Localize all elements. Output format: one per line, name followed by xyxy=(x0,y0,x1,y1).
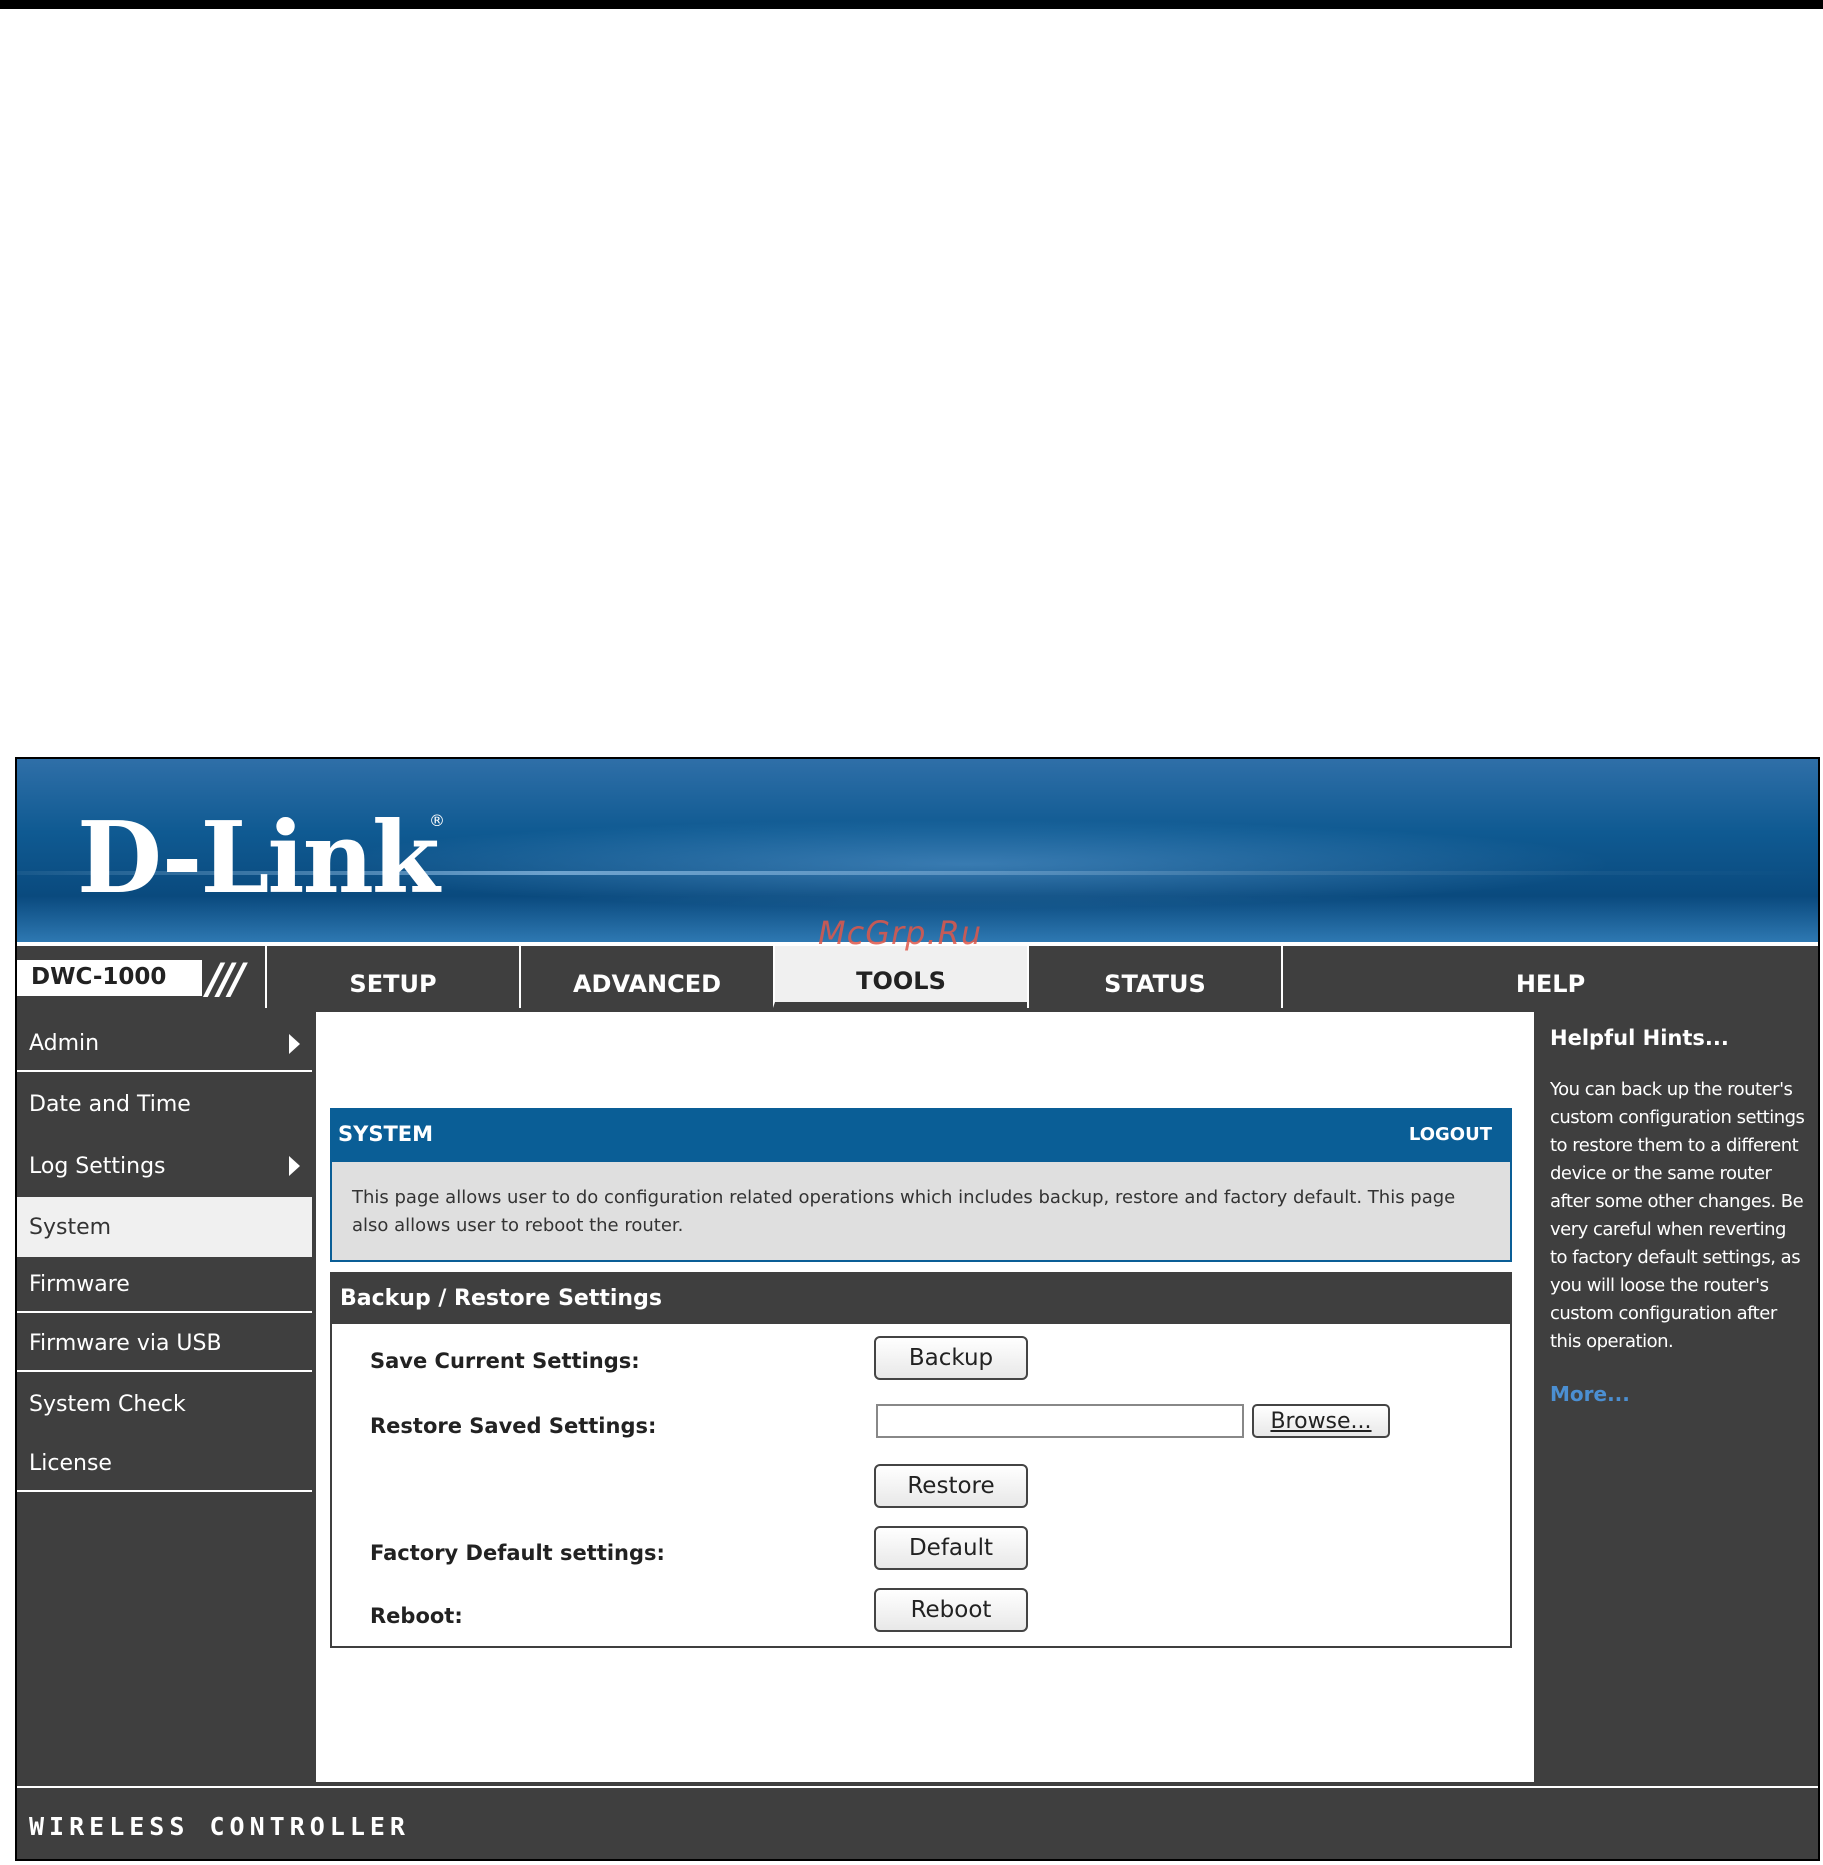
dlink-logo: D-Link xyxy=(77,801,440,916)
system-section-header: SYSTEM LOGOUT xyxy=(330,1108,1512,1162)
tab-setup[interactable]: SETUP xyxy=(265,946,519,1008)
submenu-arrow-icon xyxy=(289,1156,300,1176)
tab-help[interactable]: HELP xyxy=(1281,946,1818,1008)
model-name: DWC-1000 xyxy=(31,964,167,990)
sidebar-item-system[interactable]: System xyxy=(17,1197,312,1257)
restore-settings-label: Restore Saved Settings: xyxy=(370,1414,657,1438)
model-badge: DWC-1000 /// xyxy=(17,946,265,1008)
hints-title: Helpful Hints... xyxy=(1550,1026,1729,1050)
helpful-hints-panel: Helpful Hints... You can back up the rou… xyxy=(1538,1012,1818,1782)
factory-default-label: Factory Default settings: xyxy=(370,1541,665,1565)
model-box: DWC-1000 xyxy=(17,960,205,996)
backup-restore-header: Backup / Restore Settings xyxy=(332,1274,1510,1324)
default-button[interactable]: Default xyxy=(874,1526,1028,1570)
logout-link[interactable]: LOGOUT xyxy=(1409,1124,1492,1145)
sidebar-item-license[interactable]: License xyxy=(17,1436,312,1492)
sidebar: Admin Date and Time Log Settings System … xyxy=(17,1012,312,1782)
main-content: SYSTEM LOGOUT This page allows user to d… xyxy=(316,1012,1534,1782)
footer: WIRELESS CONTROLLER xyxy=(17,1786,1818,1859)
sidebar-item-label: Log Settings xyxy=(29,1153,166,1179)
top-black-bar xyxy=(0,0,1823,9)
system-description: This page allows user to do configuratio… xyxy=(330,1162,1512,1262)
registered-mark: ® xyxy=(429,811,445,830)
footer-product-name: WIRELESS CONTROLLER xyxy=(29,1812,410,1841)
tab-tools[interactable]: TOOLS xyxy=(773,946,1027,1008)
tab-status[interactable]: STATUS xyxy=(1027,946,1281,1008)
tab-advanced[interactable]: ADVANCED xyxy=(519,946,773,1008)
banner-glow xyxy=(317,819,1617,909)
sidebar-item-firmware-via-usb[interactable]: Firmware via USB xyxy=(17,1316,312,1372)
page-title: SYSTEM xyxy=(338,1122,434,1146)
restore-button[interactable]: Restore xyxy=(874,1464,1028,1508)
more-link[interactable]: More... xyxy=(1550,1382,1806,1406)
sidebar-item-label: License xyxy=(29,1450,112,1476)
reboot-button[interactable]: Reboot xyxy=(874,1588,1028,1632)
sidebar-item-system-check[interactable]: System Check xyxy=(17,1376,312,1432)
browse-button[interactable]: Browse... xyxy=(1252,1404,1390,1438)
hints-body: You can back up the router's custom conf… xyxy=(1550,1079,1805,1352)
save-settings-label: Save Current Settings: xyxy=(370,1349,640,1373)
backup-restore-panel: Backup / Restore Settings Save Current S… xyxy=(330,1272,1512,1648)
sidebar-item-log-settings[interactable]: Log Settings xyxy=(17,1138,312,1194)
backup-button[interactable]: Backup xyxy=(874,1336,1028,1380)
sidebar-item-label: Date and Time xyxy=(29,1091,191,1117)
watermark: McGrp.Ru xyxy=(818,914,983,952)
sidebar-item-label: System Check xyxy=(29,1391,186,1417)
submenu-arrow-icon xyxy=(289,1034,300,1054)
model-slashes: /// xyxy=(207,954,245,1003)
sidebar-item-date-and-time[interactable]: Date and Time xyxy=(17,1076,312,1132)
reboot-label: Reboot: xyxy=(370,1604,463,1628)
sidebar-item-firmware[interactable]: Firmware xyxy=(17,1257,312,1313)
sidebar-item-admin[interactable]: Admin xyxy=(17,1016,312,1072)
sidebar-item-label: Firmware xyxy=(29,1271,130,1297)
sidebar-item-label: Admin xyxy=(29,1030,100,1056)
sidebar-item-label: System xyxy=(29,1214,112,1240)
sidebar-item-label: Firmware via USB xyxy=(29,1330,222,1356)
restore-file-input[interactable] xyxy=(876,1404,1244,1438)
